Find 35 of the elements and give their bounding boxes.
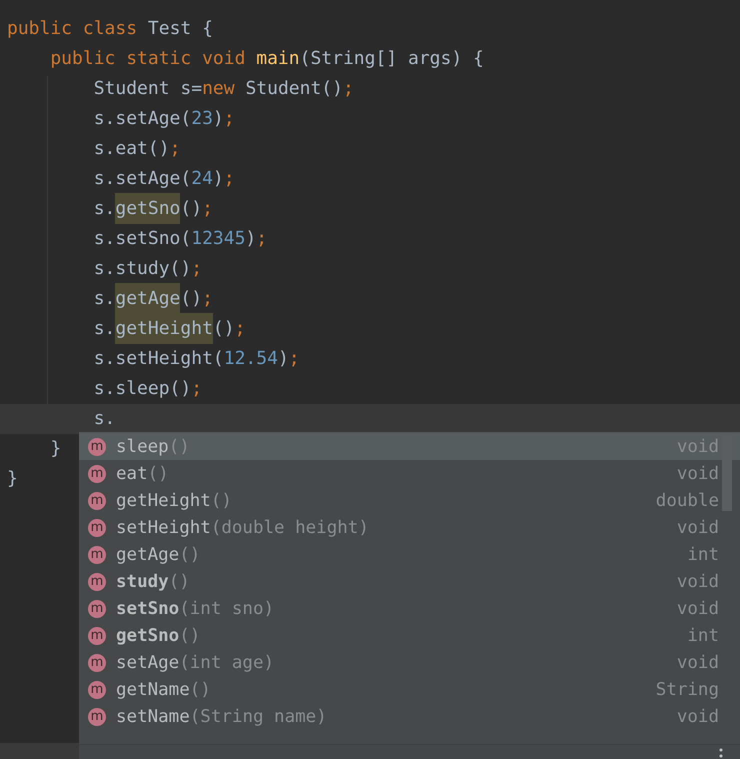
method-icon: m — [88, 626, 106, 644]
suggestion-item[interactable]: m getSno() int — [79, 622, 740, 649]
method-icon: m — [88, 600, 106, 618]
more-icon[interactable] — [719, 748, 723, 758]
method-icon: m — [88, 546, 106, 564]
code-line: s.getAge(); — [0, 284, 213, 314]
code-line: } — [49, 437, 62, 461]
method-icon: m — [88, 464, 106, 482]
code-line: s.sleep(); — [92, 377, 202, 401]
code-line: public static void main(String[] args) { — [49, 47, 484, 71]
suggestion-item[interactable]: m setName(String name) void — [79, 703, 740, 730]
code-line: s.getSno(); — [0, 194, 213, 224]
code-line: s.getHeight(); — [0, 314, 246, 344]
method-icon: m — [88, 708, 106, 726]
method-icon: m — [88, 518, 106, 536]
code-line: public class Test { — [6, 17, 213, 41]
suggestion-item[interactable]: m getName() String — [79, 676, 740, 703]
code-line: s.eat(); — [92, 137, 180, 161]
suggestion-item[interactable]: m setAge(int age) void — [79, 649, 740, 676]
method-icon: m — [88, 438, 106, 456]
code-line: s.setHeight(12.54); — [92, 347, 300, 371]
code-line: } — [6, 467, 18, 491]
code-line: Student s=new Student(); — [92, 77, 354, 101]
suggestion-item[interactable]: m setHeight(double height) void — [79, 514, 740, 541]
code-line: s.setAge(23); — [92, 107, 235, 131]
code-line: s.setAge(24); — [92, 167, 235, 191]
method-icon: m — [88, 572, 106, 590]
suggestion-item[interactable]: m getAge() int — [79, 541, 740, 568]
method-icon: m — [88, 680, 106, 698]
suggestion-item[interactable]: m setSno(int sno) void — [79, 595, 740, 622]
suggestion-item[interactable]: m study() void — [79, 568, 740, 595]
code-line: s.study(); — [92, 257, 202, 281]
code-line: s.setSno(12345); — [92, 227, 268, 251]
method-icon: m — [88, 492, 106, 510]
method-icon: m — [88, 654, 106, 672]
